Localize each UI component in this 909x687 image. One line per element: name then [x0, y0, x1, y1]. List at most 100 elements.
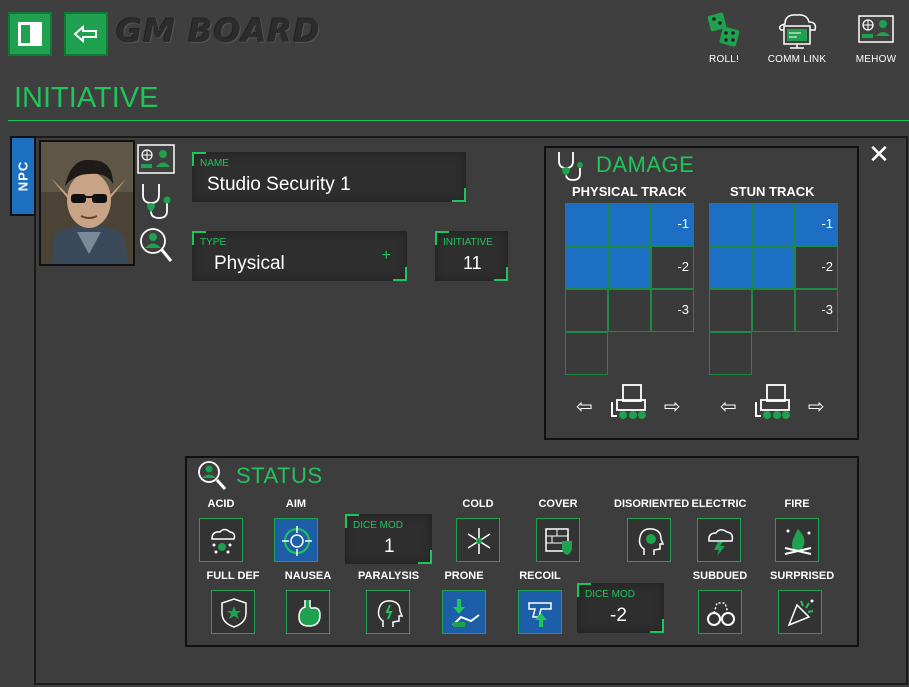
- search-person-icon: [198, 461, 227, 490]
- status-toggle[interactable]: [286, 590, 330, 634]
- physical-box[interactable]: [608, 203, 651, 246]
- id-card-button[interactable]: [137, 143, 177, 183]
- status-toggle[interactable]: [627, 518, 671, 562]
- physical-box[interactable]: [565, 203, 608, 246]
- type-label: TYPE: [200, 237, 227, 248]
- physical-box[interactable]: [565, 332, 608, 375]
- recoil-dice-mod-field[interactable]: DICE MOD -2: [577, 583, 664, 633]
- physical-box[interactable]: -1: [651, 203, 694, 246]
- physical-box[interactable]: -3: [651, 289, 694, 332]
- status-cover[interactable]: COVER: [528, 498, 588, 562]
- initiative-field[interactable]: INITIATIVE 11: [435, 231, 508, 281]
- stun-box[interactable]: -3: [795, 289, 838, 332]
- status-toggle[interactable]: [211, 590, 255, 634]
- stun-decrease-button[interactable]: ⇦: [720, 394, 737, 419]
- type-field[interactable]: TYPE Physical +: [192, 231, 407, 281]
- stomach-icon: [298, 600, 321, 627]
- physical-box[interactable]: [608, 246, 651, 289]
- title-divider: [8, 120, 909, 121]
- physical-box[interactable]: [608, 289, 651, 332]
- status-toggle[interactable]: [698, 590, 742, 634]
- physical-decrease-button[interactable]: ⇦: [576, 394, 593, 419]
- name-field[interactable]: NAME Studio Security 1: [192, 152, 466, 202]
- physical-increase-button[interactable]: ⇨: [664, 394, 681, 419]
- crosshair-icon: [282, 526, 312, 556]
- status-acid[interactable]: ACID: [191, 498, 251, 562]
- wound-modifier: -2: [677, 259, 689, 274]
- status-label: NAUSEA: [284, 570, 332, 582]
- bulldozer-icon[interactable]: [753, 382, 795, 422]
- status-label: COLD: [462, 498, 494, 510]
- status-recoil[interactable]: RECOIL: [510, 570, 570, 634]
- status-button[interactable]: [137, 225, 177, 265]
- close-button[interactable]: ✕: [866, 140, 892, 168]
- mehow-button[interactable]: MEHOW: [841, 10, 909, 65]
- status-label: PARALYSIS: [358, 570, 420, 582]
- status-toggle[interactable]: [366, 590, 410, 634]
- stun-box[interactable]: -1: [795, 203, 838, 246]
- name-label: NAME: [200, 158, 229, 169]
- sidebar-icon: [18, 22, 42, 46]
- page-title: INITIATIVE: [14, 82, 159, 114]
- status-label: COVER: [538, 498, 578, 510]
- status-toggle[interactable]: [199, 518, 243, 562]
- status-toggle[interactable]: [778, 590, 822, 634]
- physical-box[interactable]: -2: [651, 246, 694, 289]
- initiative-label: INITIATIVE: [443, 237, 493, 248]
- stun-box[interactable]: -2: [795, 246, 838, 289]
- status-label: FULL DEF: [206, 570, 260, 582]
- status-cold[interactable]: COLD: [448, 498, 508, 562]
- physical-box[interactable]: [565, 246, 608, 289]
- status-toggle[interactable]: [536, 518, 580, 562]
- status-toggle[interactable]: [518, 590, 562, 634]
- status-aim[interactable]: AIM: [266, 498, 326, 562]
- star-shield-icon: [221, 598, 247, 628]
- damage-button[interactable]: [137, 181, 177, 221]
- stun-box[interactable]: [752, 289, 795, 332]
- status-toggle[interactable]: [775, 518, 819, 562]
- bulldozer-icon[interactable]: [609, 382, 651, 422]
- status-paralysis[interactable]: PARALYSIS: [358, 570, 420, 634]
- physical-box[interactable]: [565, 289, 608, 332]
- status-full-def[interactable]: FULL DEF: [203, 570, 263, 634]
- status-subdued[interactable]: SUBDUED: [690, 570, 750, 634]
- aim-dice-mod-field[interactable]: DICE MOD 1: [345, 514, 432, 564]
- stun-box[interactable]: [709, 246, 752, 289]
- status-fire[interactable]: FIRE: [767, 498, 827, 562]
- status-label: AIM: [285, 498, 307, 510]
- status-toggle[interactable]: [456, 518, 500, 562]
- status-label: SURPRISED: [770, 570, 835, 582]
- comm-link-label: COMM LINK: [767, 54, 827, 65]
- stun-box[interactable]: [709, 203, 752, 246]
- status-nausea[interactable]: NAUSEA: [278, 570, 338, 634]
- stun-box[interactable]: [709, 332, 752, 375]
- prone-icon: [452, 599, 480, 627]
- npc-tab[interactable]: NPC: [10, 136, 36, 216]
- comm-link-icon: [778, 14, 817, 49]
- field-corner: [650, 619, 664, 633]
- status-toggle[interactable]: [442, 590, 486, 634]
- roll-button[interactable]: ROLL!: [689, 10, 759, 65]
- status-toggle[interactable]: [697, 518, 741, 562]
- status-disoriented[interactable]: DISORIENTED: [614, 498, 689, 562]
- physical-track-label: PHYSICAL TRACK: [572, 184, 687, 199]
- comm-link-button[interactable]: COMM LINK: [762, 10, 832, 65]
- status-electric[interactable]: ELECTRIC: [689, 498, 749, 562]
- stun-box[interactable]: [752, 203, 795, 246]
- stun-box[interactable]: [752, 246, 795, 289]
- field-corner: [418, 550, 432, 564]
- toggle-sidebar-button[interactable]: [8, 12, 52, 56]
- wound-modifier: -2: [821, 259, 833, 274]
- damage-title: DAMAGE: [596, 152, 695, 177]
- back-button[interactable]: [64, 12, 108, 56]
- surprise-icon: [787, 599, 814, 627]
- mehow-label: MEHOW: [855, 54, 897, 65]
- status-prone[interactable]: PRONE: [434, 570, 494, 634]
- status-toggle[interactable]: [274, 518, 318, 562]
- stun-box[interactable]: [709, 289, 752, 332]
- type-add-icon[interactable]: +: [382, 247, 391, 265]
- dice-mod-label: DICE MOD: [585, 589, 635, 600]
- status-surprised[interactable]: SURPRISED: [770, 570, 835, 634]
- stun-increase-button[interactable]: ⇨: [808, 394, 825, 419]
- status-label: ACID: [207, 498, 235, 510]
